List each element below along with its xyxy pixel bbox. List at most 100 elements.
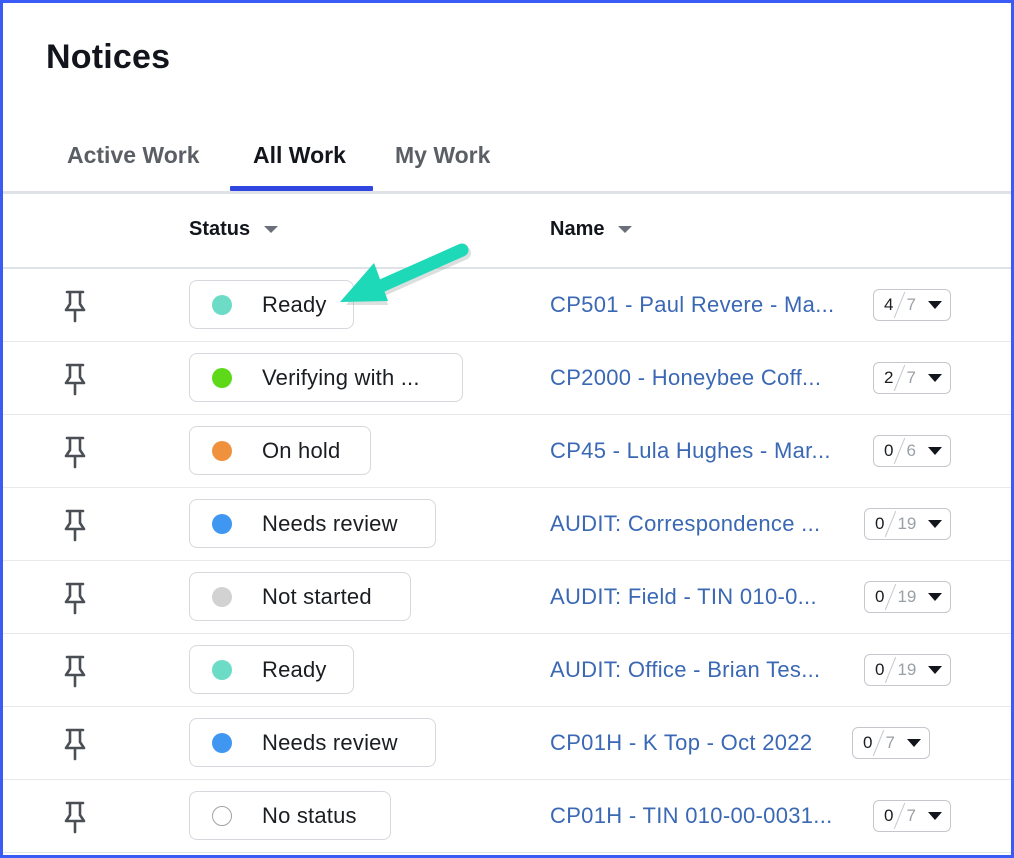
pin-icon[interactable] xyxy=(61,362,89,396)
table-row: Needs review AUDIT: Correspondence ... 0 19 xyxy=(3,488,1011,561)
count-separator xyxy=(873,729,885,757)
completed-count: 0 xyxy=(884,441,894,460)
completed-count: 0 xyxy=(875,660,885,679)
status-badge[interactable]: Ready xyxy=(189,645,354,694)
status-dot-icon xyxy=(212,805,232,826)
progress-counter-dropdown[interactable]: 47 xyxy=(873,289,951,321)
pin-icon[interactable] xyxy=(61,654,89,688)
chevron-down-icon xyxy=(906,739,921,747)
annotation-arrow-icon xyxy=(340,243,471,305)
chevron-down-icon xyxy=(928,666,943,674)
status-dot-icon xyxy=(212,586,232,607)
tabs-divider xyxy=(3,191,1011,194)
chevron-down-icon xyxy=(927,447,942,455)
table-row: Verifying with ... CP2000 - Honeybee Coff… xyxy=(3,342,1011,415)
count-separator xyxy=(894,291,906,319)
name-column-label: Name xyxy=(550,218,605,240)
sort-caret-icon xyxy=(618,226,633,233)
count-separator xyxy=(885,510,897,538)
count-separator xyxy=(894,437,906,465)
notice-name-link[interactable]: CP2000 - Honeybee Coff... xyxy=(550,365,821,391)
pin-icon[interactable] xyxy=(61,435,89,469)
status-badge[interactable]: Needs review xyxy=(189,499,436,548)
table-row: No status CP01H - TIN 010-00-0031... 0 7 xyxy=(3,780,1011,853)
count-separator xyxy=(885,583,897,611)
chevron-down-icon xyxy=(927,812,942,820)
status-dot-icon xyxy=(212,659,232,680)
notice-name-link[interactable]: AUDIT: Correspondence ... xyxy=(550,511,820,537)
status-badge[interactable]: Not started xyxy=(189,572,411,621)
table-row: Ready CP501 - Paul Revere - Ma... 4 7 xyxy=(3,269,1011,342)
notice-name-link[interactable]: CP01H - K Top - Oct 2022 xyxy=(550,730,812,756)
status-dot-icon xyxy=(212,732,232,753)
status-label: Ready xyxy=(262,656,327,682)
total-count: 7 xyxy=(885,733,895,752)
status-label: On hold xyxy=(262,437,341,463)
progress-counter-dropdown[interactable]: 0 19 xyxy=(864,654,952,686)
total-count: 19 xyxy=(897,660,917,679)
count-separator xyxy=(894,802,906,830)
status-dot-icon xyxy=(212,367,232,388)
status-badge[interactable]: On hold xyxy=(189,426,371,475)
tab-active-work[interactable]: Active Work xyxy=(67,142,200,169)
status-column-header[interactable]: Status xyxy=(189,218,279,241)
name-column-header[interactable]: Name xyxy=(550,218,633,241)
chevron-down-icon xyxy=(928,593,943,601)
status-label: Verifying with ... xyxy=(262,364,420,390)
table-row: On hold CP45 - Lula Hughes - Mar... 0 6 xyxy=(3,415,1011,488)
chevron-down-icon xyxy=(927,301,942,309)
notice-name-link[interactable]: AUDIT: Field - TIN 010-0... xyxy=(550,584,817,610)
pin-icon[interactable] xyxy=(61,800,89,834)
progress-counter-dropdown[interactable]: 27 xyxy=(873,362,951,394)
pin-icon[interactable] xyxy=(61,581,89,615)
status-label: No status xyxy=(262,802,357,828)
progress-counter-dropdown[interactable]: 0 19 xyxy=(864,581,952,613)
pin-icon[interactable] xyxy=(61,727,89,761)
progress-counter-dropdown[interactable]: 0 19 xyxy=(864,508,952,540)
completed-count: 4 xyxy=(884,295,894,314)
sort-caret-icon xyxy=(264,226,279,233)
total-count: 19 xyxy=(897,514,917,533)
pin-icon[interactable] xyxy=(61,289,89,323)
chevron-down-icon xyxy=(927,374,942,382)
status-label: Ready xyxy=(262,291,327,317)
completed-count: 0 xyxy=(875,514,885,533)
total-count: 7 xyxy=(906,368,916,387)
total-count: 7 xyxy=(906,806,916,825)
notice-name-link[interactable]: CP501 - Paul Revere - Ma... xyxy=(550,292,834,318)
tab-my-work[interactable]: My Work xyxy=(395,142,490,169)
status-badge[interactable]: No status xyxy=(189,791,391,840)
progress-counter-dropdown[interactable]: 06 xyxy=(873,435,951,467)
completed-count: 2 xyxy=(884,368,894,387)
status-label: Needs review xyxy=(262,510,398,536)
table-row: Not started AUDIT: Field - TIN 010-0... 0 1… xyxy=(3,561,1011,634)
chevron-down-icon xyxy=(928,520,943,528)
status-label: Not started xyxy=(262,583,372,609)
completed-count: 0 xyxy=(875,587,885,606)
page-title: Notices xyxy=(46,38,171,76)
tab-bar: Active Work All Work My Work xyxy=(0,130,1014,194)
notice-name-link[interactable]: CP45 - Lula Hughes - Mar... xyxy=(550,438,831,464)
progress-counter-dropdown[interactable]: 07 xyxy=(852,727,930,759)
notice-name-link[interactable]: AUDIT: Office - Brian Tes... xyxy=(550,657,820,683)
tab-all-work[interactable]: All Work xyxy=(253,142,346,169)
status-column-label: Status xyxy=(189,218,251,240)
pin-icon[interactable] xyxy=(61,508,89,542)
completed-count: 0 xyxy=(863,733,873,752)
status-dot-icon xyxy=(212,440,232,461)
table-row: Ready AUDIT: Office - Brian Tes... 0 19 xyxy=(3,634,1011,707)
status-dot-icon xyxy=(212,513,232,534)
status-badge[interactable]: Verifying with ... xyxy=(189,353,463,402)
table-row: Needs review CP01H - K Top - Oct 2022 0 7 xyxy=(3,707,1011,780)
count-separator xyxy=(885,656,897,684)
total-count: 19 xyxy=(897,587,917,606)
status-label: Needs review xyxy=(262,729,398,755)
status-dot-icon xyxy=(212,294,232,315)
count-separator xyxy=(894,364,906,392)
total-count: 7 xyxy=(906,295,916,314)
row-divider xyxy=(3,852,1011,853)
progress-counter-dropdown[interactable]: 07 xyxy=(873,800,951,832)
total-count: 6 xyxy=(906,441,916,460)
status-badge[interactable]: Needs review xyxy=(189,718,436,767)
notice-name-link[interactable]: CP01H - TIN 010-00-0031... xyxy=(550,803,833,829)
